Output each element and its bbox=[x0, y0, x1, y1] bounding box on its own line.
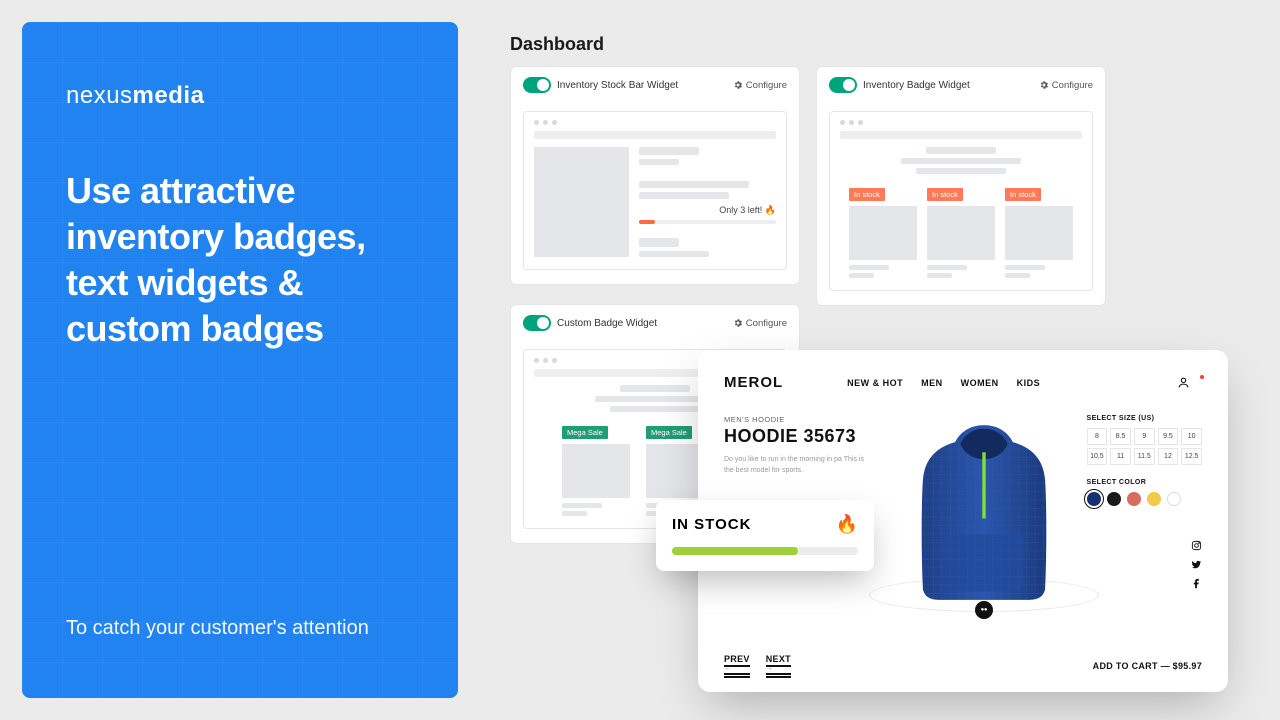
store-logo: MEROL bbox=[724, 374, 783, 391]
product-tile: In stock bbox=[927, 184, 995, 278]
nav-link[interactable]: WOMEN bbox=[961, 378, 999, 388]
dashboard-title: Dashboard bbox=[510, 34, 604, 55]
widget-preview: In stock In stock In stock bbox=[829, 111, 1093, 291]
color-swatch[interactable] bbox=[1167, 492, 1181, 506]
product-title: HOODIE 35673 bbox=[724, 426, 881, 447]
store-nav: MEROL NEW & HOT MEN WOMEN KIDS bbox=[724, 374, 1202, 391]
color-swatch[interactable] bbox=[1127, 492, 1141, 506]
size-option[interactable]: 8.5 bbox=[1110, 428, 1131, 445]
widget-header: Inventory Stock Bar Widget Configure bbox=[511, 67, 799, 103]
cart-badge bbox=[1199, 374, 1205, 380]
add-to-cart-button[interactable]: ADD TO CART — $95.97 bbox=[1093, 661, 1202, 671]
widget-card-invbadge: Inventory Badge Widget Configure In stoc… bbox=[816, 66, 1106, 306]
sale-badge: Mega Sale bbox=[562, 426, 608, 439]
configure-button[interactable]: Configure bbox=[733, 80, 787, 91]
stock-note: Only 3 left! 🔥 bbox=[639, 205, 776, 216]
size-option[interactable]: 11.5 bbox=[1134, 448, 1155, 465]
instock-label: IN STOCK bbox=[672, 516, 751, 533]
gear-icon bbox=[733, 80, 743, 90]
product-image-placeholder bbox=[534, 147, 629, 257]
size-grid: 8 8.5 9 9.5 10 10.5 11 11.5 12 12.5 bbox=[1087, 428, 1202, 465]
next-button[interactable]: NEXT→ bbox=[766, 654, 791, 678]
instock-badge: In stock bbox=[927, 188, 963, 201]
instock-badge: In stock bbox=[849, 188, 885, 201]
product-description: Do you like to run in the morning in pa … bbox=[724, 455, 869, 476]
toggle-switch[interactable] bbox=[829, 77, 857, 93]
promo-panel: nexusmedia Use attractive inventory badg… bbox=[22, 22, 458, 698]
product-viewer[interactable]: ● ● bbox=[899, 415, 1069, 610]
toggle-switch[interactable] bbox=[523, 77, 551, 93]
size-label: SELECT SIZE (US) bbox=[1087, 415, 1202, 422]
instock-card: IN STOCK 🔥 bbox=[656, 500, 874, 571]
widget-title: Custom Badge Widget bbox=[557, 318, 727, 329]
sale-badge: Mega Sale bbox=[646, 426, 692, 439]
color-swatch[interactable] bbox=[1147, 492, 1161, 506]
product-image bbox=[899, 415, 1069, 610]
facebook-icon[interactable] bbox=[1191, 578, 1202, 589]
widget-title: Inventory Badge Widget bbox=[863, 80, 1033, 91]
gear-icon bbox=[733, 318, 743, 328]
size-option[interactable]: 10.5 bbox=[1087, 448, 1108, 465]
configure-label: Configure bbox=[746, 318, 787, 329]
browser-topbar bbox=[840, 131, 1082, 139]
widget-header: Inventory Badge Widget Configure bbox=[817, 67, 1105, 103]
product-options: SELECT SIZE (US) 8 8.5 9 9.5 10 10.5 11 … bbox=[1087, 415, 1202, 610]
instock-badge: In stock bbox=[1005, 188, 1041, 201]
size-option[interactable]: 9 bbox=[1134, 428, 1155, 445]
promo-subline: To catch your customer's attention bbox=[66, 612, 369, 644]
color-swatch[interactable] bbox=[1087, 492, 1101, 506]
instock-bar bbox=[672, 547, 858, 555]
twitter-icon[interactable] bbox=[1191, 559, 1202, 570]
configure-button[interactable]: Configure bbox=[733, 318, 787, 329]
size-option[interactable]: 12.5 bbox=[1181, 448, 1202, 465]
toggle-switch[interactable] bbox=[523, 315, 551, 331]
promo-headline: Use attractive inventory badges, text wi… bbox=[66, 168, 414, 352]
color-label: SELECT COLOR bbox=[1087, 479, 1202, 486]
stock-progress bbox=[639, 220, 776, 224]
product-tile: In stock bbox=[849, 184, 917, 278]
social-links bbox=[1191, 540, 1202, 589]
configure-label: Configure bbox=[746, 80, 787, 91]
size-option[interactable]: 11 bbox=[1110, 448, 1131, 465]
user-icon[interactable] bbox=[1177, 376, 1190, 389]
widget-preview: Only 3 left! 🔥 bbox=[523, 111, 787, 270]
nav-link[interactable]: KIDS bbox=[1017, 378, 1041, 388]
color-swatch[interactable] bbox=[1107, 492, 1121, 506]
color-swatches bbox=[1087, 492, 1202, 506]
nav-link[interactable]: MEN bbox=[921, 378, 943, 388]
nav-links: NEW & HOT MEN WOMEN KIDS bbox=[847, 378, 1040, 388]
logo-light: nexus bbox=[66, 82, 133, 109]
rotate-360-icon[interactable]: ● ● bbox=[975, 601, 993, 619]
widget-card-stockbar: Inventory Stock Bar Widget Configure Onl… bbox=[510, 66, 800, 285]
size-option[interactable]: 12 bbox=[1158, 448, 1179, 465]
size-option[interactable]: 9.5 bbox=[1158, 428, 1179, 445]
fire-icon: 🔥 bbox=[836, 514, 858, 535]
browser-topbar bbox=[534, 131, 776, 139]
widget-header: Custom Badge Widget Configure bbox=[511, 305, 799, 341]
configure-button[interactable]: Configure bbox=[1039, 80, 1093, 91]
nav-link[interactable]: NEW & HOT bbox=[847, 378, 903, 388]
product-tile: Mega Sale bbox=[562, 422, 630, 516]
instagram-icon[interactable] bbox=[1191, 540, 1202, 551]
product-tile: In stock bbox=[1005, 184, 1073, 278]
gear-icon bbox=[1039, 80, 1049, 90]
store-footer: PREV← NEXT→ ADD TO CART — $95.97 bbox=[724, 654, 1202, 678]
configure-label: Configure bbox=[1052, 80, 1093, 91]
brand-logo: nexusmedia bbox=[66, 82, 414, 110]
size-option[interactable]: 8 bbox=[1087, 428, 1108, 445]
browser-dots-icon bbox=[534, 120, 776, 125]
browser-dots-icon bbox=[840, 120, 1082, 125]
widget-title: Inventory Stock Bar Widget bbox=[557, 80, 727, 91]
product-category: MEN'S HOODIE bbox=[724, 415, 881, 424]
logo-bold: media bbox=[133, 82, 205, 109]
prev-button[interactable]: PREV← bbox=[724, 654, 750, 678]
size-option[interactable]: 10 bbox=[1181, 428, 1202, 445]
